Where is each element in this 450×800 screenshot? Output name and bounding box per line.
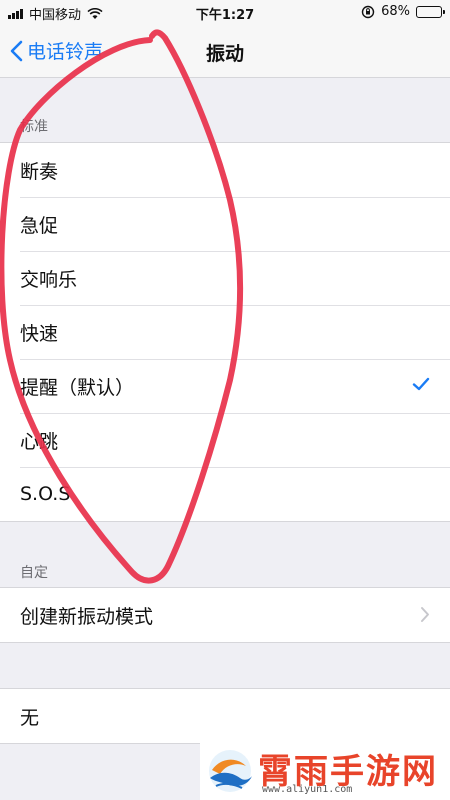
option-label: 无 [20, 706, 40, 729]
vibration-option-none[interactable]: 无 [0, 689, 450, 743]
chevron-right-icon [421, 607, 429, 622]
option-label: 快速 [20, 322, 59, 345]
orientation-lock-icon [361, 5, 375, 18]
option-label: S.O.S [20, 483, 71, 505]
status-right: 68% [361, 4, 445, 19]
vibration-option-symphony[interactable]: 交响乐 [0, 251, 450, 305]
create-new-vibration-button[interactable]: 创建新振动模式 [0, 588, 450, 642]
checkmark-icon [412, 377, 430, 391]
create-vibration-label: 创建新振动模式 [20, 605, 154, 628]
option-label: 断奏 [20, 160, 59, 183]
vibration-option-quick[interactable]: 快速 [0, 305, 450, 359]
navigation-bar: 电话铃声 振动 [0, 26, 450, 78]
vibration-option-sos[interactable]: S.O.S [0, 467, 450, 521]
site-watermark: 霄雨手游网 www.aliyun1.com [200, 742, 450, 800]
wave-logo-icon [209, 750, 252, 792]
status-bar: 中国移动 下午1:27 68% [0, 0, 450, 26]
option-label: 急促 [20, 214, 59, 237]
standard-vibration-list: 断奏 急促 交响乐 快速 提醒（默认） 心跳 S.O.S [0, 142, 450, 522]
battery-percent: 68% [381, 4, 410, 19]
vibration-option-alert-default[interactable]: 提醒（默认） [0, 359, 450, 413]
vibration-option-heartbeat[interactable]: 心跳 [0, 413, 450, 467]
option-label: 心跳 [20, 430, 59, 453]
battery-icon [416, 5, 445, 18]
vibration-option-staccato[interactable]: 断奏 [0, 143, 450, 197]
section-header-standard: 标准 [20, 119, 48, 135]
custom-vibration-list: 创建新振动模式 [0, 587, 450, 643]
vibration-option-rapid[interactable]: 急促 [0, 197, 450, 251]
option-label: 提醒（默认） [20, 376, 135, 399]
none-vibration-list: 无 [0, 688, 450, 744]
option-label: 交响乐 [20, 268, 78, 291]
watermark-url: www.aliyun1.com [262, 784, 353, 795]
section-header-custom: 自定 [20, 565, 48, 581]
page-title: 振动 [205, 43, 244, 65]
